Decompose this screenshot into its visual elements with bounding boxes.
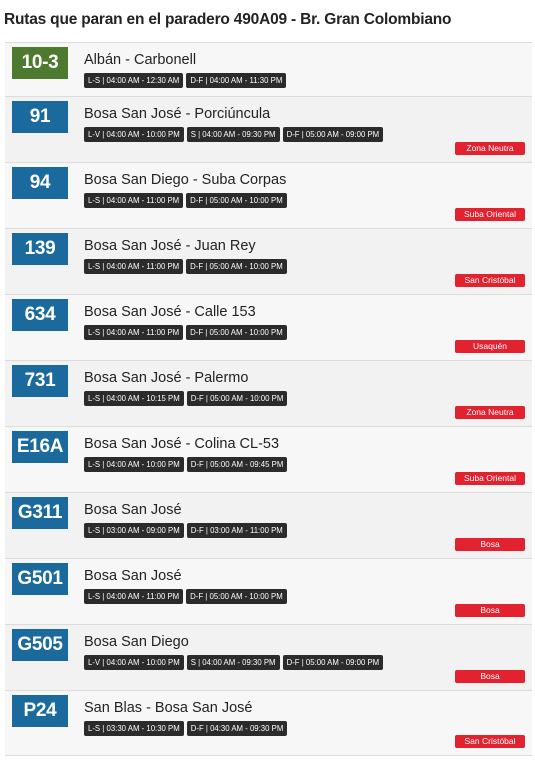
schedule-badge: D-F | 05:00 AM - 10:00 PM: [186, 325, 287, 340]
schedule-list: L-V | 04:00 AM - 10:00 PM S | 04:00 AM - …: [84, 655, 384, 670]
route-code-badge[interactable]: 91: [12, 101, 68, 133]
zone-badge: San Cristóbal: [455, 274, 525, 287]
route-row[interactable]: 91 Bosa San José - Porciúncula L-V | 04:00…: [5, 96, 532, 162]
schedule-badge: D-F | 05:00 AM - 10:00 PM: [186, 259, 287, 274]
schedule-list: L-V | 04:00 AM - 10:00 PM S | 04:00 AM - …: [84, 127, 384, 142]
route-code-badge[interactable]: G311: [12, 497, 68, 529]
schedule-badge: L-V | 04:00 AM - 10:00 PM: [84, 127, 184, 142]
route-row[interactable]: 731 Bosa San José - Palermo L-S | 04:00 AM…: [5, 360, 532, 426]
route-row[interactable]: 634 Bosa San José - Calle 153 L-S | 04:00 …: [5, 294, 532, 360]
zone-badge: Suba Oriental: [455, 208, 525, 221]
route-name[interactable]: Bosa San Diego: [84, 634, 189, 650]
schedule-badge: L-S | 04:00 AM - 10:15 PM: [84, 391, 184, 406]
schedule-badge: D-F | 05:00 AM - 09:00 PM: [282, 655, 384, 670]
route-name[interactable]: Bosa San José - Calle 153: [84, 304, 256, 320]
route-code-badge[interactable]: G501: [12, 563, 68, 595]
route-name[interactable]: Albán - Carbonell: [84, 52, 196, 68]
schedule-badge: L-S | 04:00 AM - 11:00 PM: [84, 589, 184, 604]
route-code-badge[interactable]: E16A: [12, 431, 68, 463]
schedule-badge: D-F | 05:00 AM - 09:00 PM: [282, 127, 384, 142]
schedule-badge: L-S | 03:00 AM - 09:00 PM: [84, 523, 184, 538]
route-code-badge[interactable]: 634: [12, 299, 68, 331]
route-row[interactable]: E16A Bosa San José - Colina CL-53 L-S | 04…: [5, 426, 532, 492]
route-row[interactable]: 94 Bosa San Diego - Suba Corpas L-S | 04:0…: [5, 162, 532, 228]
route-code-badge[interactable]: 731: [12, 365, 68, 397]
schedule-list: L-S | 04:00 AM - 11:00 PM D-F | 05:00 AM …: [84, 325, 287, 340]
route-row[interactable]: 10-3 Albán - Carbonell L-S | 04:00 AM - 12…: [5, 42, 532, 96]
schedule-badge: L-S | 03:30 AM - 10:30 PM: [84, 721, 184, 736]
zone-badge: Bosa: [455, 670, 525, 683]
zone-badge: San Cristóbal: [455, 735, 525, 748]
page: Rutas que paran en el paradero 490A09 - …: [0, 0, 535, 775]
schedule-badge: D-F | 04:00 AM - 11:30 PM: [186, 73, 287, 88]
route-row[interactable]: G501 Bosa San José L-S | 04:00 AM - 11:00 …: [5, 558, 532, 624]
schedule-badge: L-S | 04:00 AM - 11:00 PM: [84, 259, 184, 274]
zone-badge: Usaquén: [455, 340, 525, 353]
schedule-list: L-S | 04:00 AM - 10:15 PM D-F | 05:00 AM …: [84, 391, 288, 406]
schedule-badge: S | 04:00 AM - 09:30 PM: [186, 127, 280, 142]
schedule-badge: L-S | 04:00 AM - 11:00 PM: [84, 325, 184, 340]
zone-badge: Zona Neutra: [455, 406, 525, 419]
schedule-badge: L-S | 04:00 AM - 10:00 PM: [84, 457, 184, 472]
schedule-badge: S | 04:00 AM - 09:30 PM: [186, 655, 280, 670]
schedule-list: L-S | 04:00 AM - 11:00 PM D-F | 05:00 AM …: [84, 193, 287, 208]
route-row[interactable]: 139 Bosa San José - Juan Rey L-S | 04:00 A…: [5, 228, 532, 294]
schedule-list: L-S | 04:00 AM - 10:00 PM D-F | 05:00 AM …: [84, 457, 288, 472]
route-code-badge[interactable]: 139: [12, 233, 68, 265]
schedule-badge: D-F | 03:00 AM - 11:00 PM: [186, 523, 287, 538]
route-name[interactable]: Bosa San José: [84, 568, 182, 584]
route-name[interactable]: Bosa San José - Juan Rey: [84, 238, 256, 254]
route-name[interactable]: San Blas - Bosa San José: [84, 700, 252, 716]
route-code-badge[interactable]: 10-3: [12, 47, 68, 79]
schedule-badge: D-F | 05:00 AM - 09:45 PM: [186, 457, 288, 472]
route-row[interactable]: G505 Bosa San Diego L-V | 04:00 AM - 10:00…: [5, 624, 532, 690]
schedule-badge: D-F | 05:00 AM - 10:00 PM: [186, 391, 288, 406]
page-title: Rutas que paran en el paradero 490A09 - …: [4, 11, 452, 28]
route-code-badge[interactable]: 94: [12, 167, 68, 199]
schedule-list: L-S | 04:00 AM - 11:00 PM D-F | 05:00 AM …: [84, 589, 287, 604]
zone-badge: Bosa: [455, 538, 525, 551]
route-name[interactable]: Bosa San José - Porciúncula: [84, 106, 270, 122]
route-name[interactable]: Bosa San José - Palermo: [84, 370, 248, 386]
schedule-badge: L-S | 04:00 AM - 11:00 PM: [84, 193, 184, 208]
route-code-badge[interactable]: G505: [12, 629, 68, 661]
schedule-list: L-S | 04:00 AM - 11:00 PM D-F | 05:00 AM …: [84, 259, 287, 274]
schedule-list: L-S | 04:00 AM - 12:30 AM D-F | 04:00 AM …: [84, 73, 287, 88]
schedule-badge: D-F | 04:30 AM - 09:30 PM: [186, 721, 288, 736]
schedule-list: L-S | 03:00 AM - 09:00 PM D-F | 03:00 AM …: [84, 523, 287, 538]
zone-badge: Bosa: [455, 604, 525, 617]
schedule-badge: D-F | 05:00 AM - 10:00 PM: [186, 589, 287, 604]
zone-badge: Zona Neutra: [455, 142, 525, 155]
schedule-list: L-S | 03:30 AM - 10:30 PM D-F | 04:30 AM …: [84, 721, 288, 736]
route-row[interactable]: G311 Bosa San José L-S | 03:00 AM - 09:00 …: [5, 492, 532, 558]
schedule-badge: D-F | 05:00 AM - 10:00 PM: [186, 193, 287, 208]
schedule-badge: L-V | 04:00 AM - 10:00 PM: [84, 655, 184, 670]
route-name[interactable]: Bosa San Diego - Suba Corpas: [84, 172, 286, 188]
route-name[interactable]: Bosa San José - Colina CL-53: [84, 436, 279, 452]
route-list: 10-3 Albán - Carbonell L-S | 04:00 AM - 12…: [5, 42, 532, 756]
route-name[interactable]: Bosa San José: [84, 502, 182, 518]
schedule-badge: L-S | 04:00 AM - 12:30 AM: [84, 73, 184, 88]
route-row[interactable]: P24 San Blas - Bosa San José L-S | 03:30 A…: [5, 690, 532, 756]
route-code-badge[interactable]: P24: [12, 695, 68, 727]
zone-badge: Suba Oriental: [455, 472, 525, 485]
